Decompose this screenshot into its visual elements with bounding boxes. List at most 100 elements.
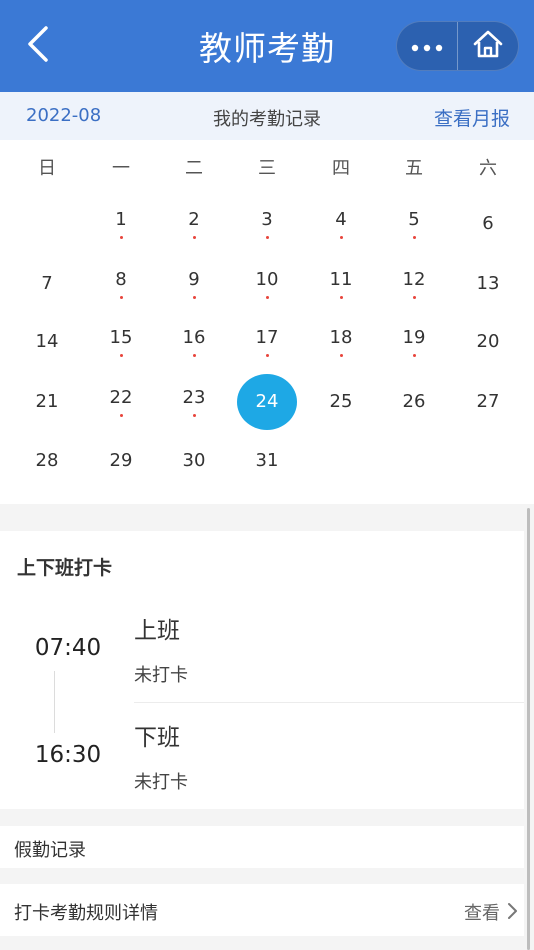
calendar-day[interactable]: 14 — [17, 316, 77, 368]
day-number: 26 — [402, 391, 426, 412]
more-dots-icon — [411, 37, 443, 56]
calendar-day[interactable]: 1 — [91, 198, 151, 250]
calendar-day[interactable]: 18 — [311, 316, 371, 368]
calendar-day[interactable]: 3 — [237, 198, 297, 250]
calendar-day[interactable]: 19 — [384, 316, 444, 368]
scrollbar[interactable] — [527, 508, 530, 950]
punch-rules-row[interactable]: 打卡考勤规则详情 查看 — [0, 884, 524, 936]
shift-divider — [134, 702, 524, 703]
attendance-mark-dot — [339, 354, 343, 357]
timeline-connector — [54, 671, 55, 733]
calendar: 日一二三四五六 1 2 3 4 5 6 7 8 9 10 11 12 13 14 15 16 17 18 19 20 2… — [0, 140, 534, 504]
calendar-day[interactable]: 29 — [91, 435, 151, 487]
home-icon — [472, 29, 504, 63]
attendance-mark-dot — [339, 236, 343, 239]
calendar-day[interactable]: 10 — [237, 258, 297, 310]
day-number: 2 — [188, 209, 200, 230]
calendar-day[interactable]: 13 — [458, 258, 518, 310]
calendar-day[interactable]: 11 — [311, 258, 371, 310]
calendar-day[interactable]: 5 — [384, 198, 444, 250]
home-button[interactable] — [458, 22, 518, 70]
weekday-label: 六 — [479, 158, 497, 179]
top-bar: 教师考勤 — [0, 0, 534, 92]
day-number: 23 — [182, 387, 206, 408]
attendance-mark-dot — [192, 296, 196, 299]
calendar-day[interactable]: 23 — [164, 376, 224, 428]
attendance-mark-dot — [412, 354, 416, 357]
calendar-day[interactable]: 26 — [384, 376, 444, 428]
day-number: 1 — [115, 209, 127, 230]
calendar-day[interactable]: 9 — [164, 258, 224, 310]
calendar-day[interactable]: 25 — [311, 376, 371, 428]
calendar-day-selected[interactable]: 24 — [237, 374, 297, 430]
day-number: 25 — [329, 391, 353, 412]
leave-records-row[interactable]: 假勤记录 — [0, 826, 524, 868]
off-duty-status: 未打卡 — [134, 772, 188, 793]
on-duty-status: 未打卡 — [134, 665, 188, 686]
day-number: 17 — [255, 327, 279, 348]
day-number: 21 — [35, 391, 59, 412]
day-number: 27 — [476, 391, 500, 412]
attendance-mark-dot — [265, 236, 269, 239]
day-number: 29 — [109, 450, 133, 471]
day-number: 10 — [255, 269, 279, 290]
day-number: 3 — [261, 209, 273, 230]
calendar-day[interactable]: 21 — [17, 376, 77, 428]
punch-card-section: 上下班打卡 07:40 16:30 上班 未打卡 下班 未打卡 — [0, 531, 524, 809]
day-number: 15 — [109, 327, 133, 348]
day-number: 11 — [329, 269, 353, 290]
day-number: 19 — [402, 327, 426, 348]
calendar-day[interactable]: 12 — [384, 258, 444, 310]
calendar-day[interactable]: 28 — [17, 435, 77, 487]
calendar-day[interactable]: 2 — [164, 198, 224, 250]
day-number: 5 — [408, 209, 420, 230]
attendance-mark-dot — [119, 354, 123, 357]
record-header: 2022-08 我的考勤记录 查看月报 — [0, 92, 534, 140]
day-number: 30 — [182, 450, 206, 471]
calendar-day[interactable]: 6 — [458, 198, 518, 250]
attendance-mark-dot — [192, 414, 196, 417]
attendance-mark-dot — [192, 236, 196, 239]
attendance-mark-dot — [265, 296, 269, 299]
off-duty-label: 下班 — [134, 725, 180, 751]
calendar-day[interactable]: 27 — [458, 376, 518, 428]
attendance-mark-dot — [119, 236, 123, 239]
view-rules-link[interactable]: 查看 — [464, 899, 500, 925]
day-number: 31 — [255, 450, 279, 471]
monthly-report-link[interactable]: 查看月报 — [434, 104, 510, 131]
leave-records-label: 假勤记录 — [14, 840, 86, 861]
weekday-label: 四 — [332, 158, 350, 179]
chevron-right-icon — [506, 901, 518, 925]
weekday-label: 五 — [405, 158, 423, 179]
punch-rules-label: 打卡考勤规则详情 — [14, 903, 158, 924]
day-number: 24 — [255, 391, 279, 412]
on-duty-label: 上班 — [134, 618, 180, 644]
off-duty-time: 16:30 — [34, 742, 102, 768]
calendar-day[interactable]: 20 — [458, 316, 518, 368]
day-number: 13 — [476, 273, 500, 294]
day-number: 28 — [35, 450, 59, 471]
day-number: 6 — [482, 213, 494, 234]
more-button[interactable] — [397, 22, 457, 70]
punch-section-title: 上下班打卡 — [17, 557, 113, 579]
calendar-day[interactable]: 31 — [237, 435, 297, 487]
day-number: 22 — [109, 387, 133, 408]
calendar-day[interactable]: 17 — [237, 316, 297, 368]
calendar-day[interactable]: 16 — [164, 316, 224, 368]
attendance-mark-dot — [265, 354, 269, 357]
calendar-day[interactable]: 8 — [91, 258, 151, 310]
calendar-day[interactable]: 30 — [164, 435, 224, 487]
day-number: 20 — [476, 331, 500, 352]
weekday-label: 二 — [185, 158, 203, 179]
day-number: 12 — [402, 269, 426, 290]
calendar-day[interactable]: 7 — [17, 258, 77, 310]
day-number: 14 — [35, 331, 59, 352]
attendance-mark-dot — [119, 414, 123, 417]
calendar-day[interactable]: 15 — [91, 316, 151, 368]
calendar-day[interactable]: 22 — [91, 376, 151, 428]
day-number: 18 — [329, 327, 353, 348]
calendar-day[interactable]: 4 — [311, 198, 371, 250]
day-number: 8 — [115, 269, 127, 290]
day-number: 16 — [182, 327, 206, 348]
day-number: 4 — [335, 209, 347, 230]
